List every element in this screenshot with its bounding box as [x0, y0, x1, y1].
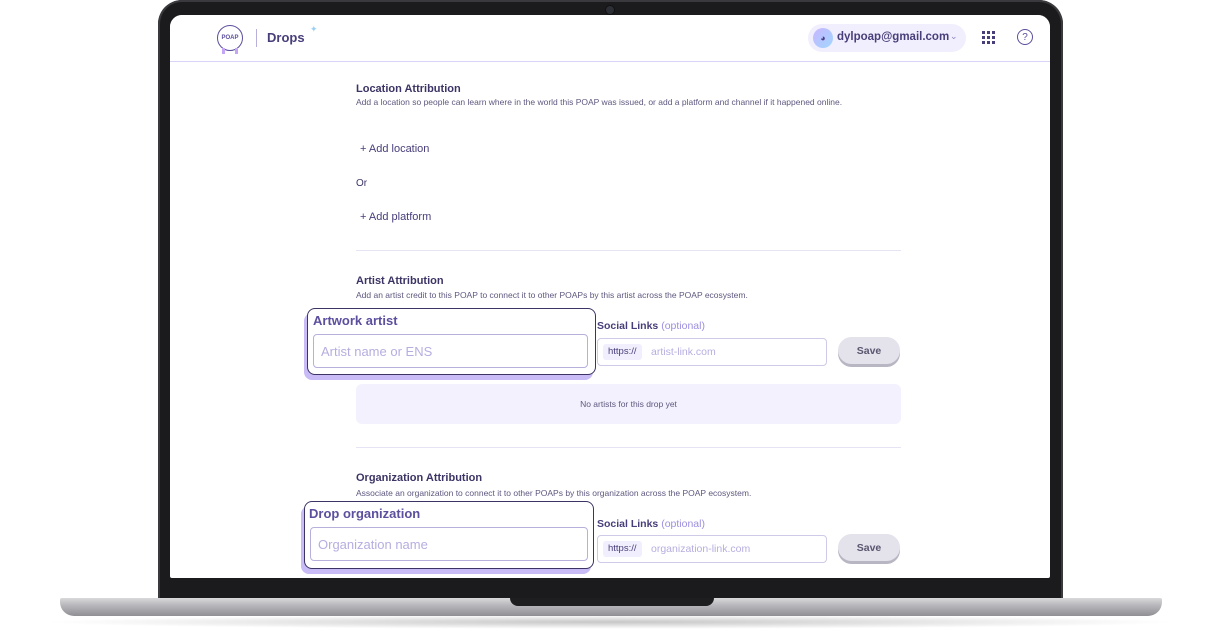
chevron-down-icon[interactable]: ⌄ [950, 31, 958, 42]
organization-section-description: Associate an organization to connect it … [356, 488, 752, 498]
sparkle-icon: ✦ [310, 24, 318, 34]
artwork-artist-label: Artwork artist [313, 313, 398, 328]
social-links-text: Social Links [597, 518, 659, 530]
location-section-description: Add a location so people can learn where… [356, 97, 843, 107]
artist-save-button[interactable]: Save [838, 337, 900, 364]
add-platform-link[interactable]: + Add platform [360, 211, 431, 223]
header-divider [256, 29, 257, 47]
social-links-text: Social Links [597, 320, 659, 332]
organization-link-placeholder: organization-link.com [651, 543, 751, 555]
organization-save-button[interactable]: Save [838, 534, 900, 561]
optional-text: (optional) [661, 320, 705, 332]
avatar[interactable]: ◕ [813, 28, 833, 48]
drop-organization-label: Drop organization [309, 506, 421, 521]
account-email[interactable]: dylpoap@gmail.com [837, 31, 949, 43]
add-location-link[interactable]: + Add location [360, 143, 429, 155]
organization-section-title: Organization Attribution [356, 472, 483, 484]
app-screen: POAP Drops ✦ ◕ dylpoap@gmail.com ⌄ ? Loc… [170, 15, 1050, 578]
apps-grid-icon[interactable] [982, 31, 995, 44]
url-prefix: https:// [603, 541, 642, 557]
laptop-notch [510, 598, 714, 606]
organization-name-input[interactable]: Organization name [310, 527, 588, 561]
laptop-shadow [40, 615, 1182, 629]
organization-social-links-label: Social Links (optional) [597, 518, 705, 530]
artist-section-title: Artist Attribution [356, 275, 444, 287]
laptop-camera [606, 6, 614, 14]
or-divider-text: Or [356, 178, 368, 189]
url-prefix: https:// [603, 344, 642, 360]
logo-text: POAP [221, 35, 239, 41]
help-icon[interactable]: ? [1017, 29, 1033, 45]
artist-section-description: Add an artist credit to this POAP to con… [356, 290, 748, 300]
artist-link-placeholder: artist-link.com [651, 346, 716, 358]
app-header: POAP Drops ✦ ◕ dylpoap@gmail.com ⌄ ? [170, 15, 1050, 62]
optional-text: (optional) [661, 518, 705, 530]
artist-name-input[interactable]: Artist name or ENS [313, 334, 588, 368]
section-divider [356, 250, 901, 251]
artist-social-links-label: Social Links (optional) [597, 320, 705, 332]
artist-link-input[interactable]: https:// artist-link.com [597, 338, 827, 366]
organization-link-input[interactable]: https:// organization-link.com [597, 535, 827, 563]
logo-ribbon [222, 48, 238, 54]
section-divider [356, 447, 901, 448]
location-section-title: Location Attribution [356, 83, 461, 95]
page-title[interactable]: Drops [267, 30, 305, 45]
artist-empty-state: No artists for this drop yet [356, 384, 901, 424]
